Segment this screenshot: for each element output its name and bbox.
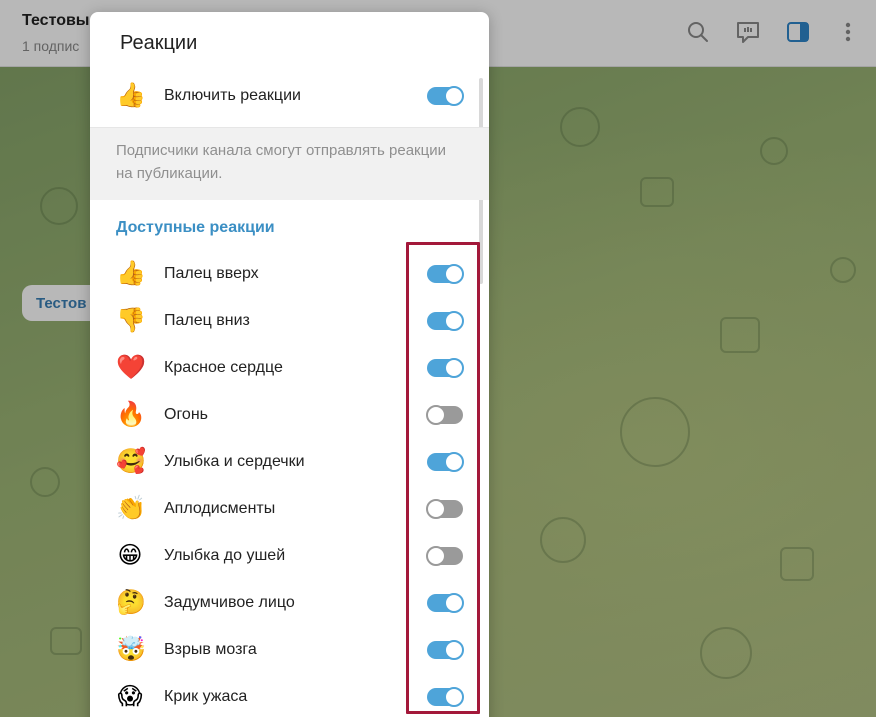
toggles-highlight-frame bbox=[406, 242, 480, 714]
grin-icon: 😁 bbox=[117, 542, 143, 569]
thinking-face-icon: 🤔 bbox=[116, 589, 146, 616]
clapping-icon: 👏 bbox=[116, 495, 146, 522]
reaction-label: Палец вниз bbox=[164, 312, 250, 329]
info-note: Подписчики канала смогут отправлять реак… bbox=[90, 127, 489, 200]
reaction-label: Крик ужаса bbox=[164, 688, 248, 705]
thumbs-down-icon: 👎 bbox=[116, 307, 146, 334]
exploding-head-icon: 🤯 bbox=[116, 636, 146, 663]
smiling-hearts-icon: 🥰 bbox=[116, 448, 146, 475]
reaction-label: Взрыв мозга bbox=[164, 641, 257, 658]
thumbs-up-icon: 👍 bbox=[116, 82, 146, 109]
available-reactions-header: Доступные реакции bbox=[116, 219, 275, 236]
reaction-label: Улыбка до ушей bbox=[164, 547, 286, 564]
reaction-label: Улыбка и сердечки bbox=[164, 453, 305, 470]
scream-icon: 😱 bbox=[117, 683, 143, 710]
reaction-label: Задумчивое лицо bbox=[164, 594, 295, 611]
dialog-title: Реакции bbox=[120, 32, 198, 54]
thumbs-up-icon: 👍 bbox=[116, 260, 146, 287]
reaction-label: Палец вверх bbox=[164, 265, 259, 282]
red-heart-icon: ❤️ bbox=[116, 354, 146, 381]
reaction-label: Огонь bbox=[164, 406, 208, 423]
reaction-label: Аплодисменты bbox=[164, 500, 276, 517]
enable-reactions-label: Включить реакции bbox=[164, 87, 301, 104]
enable-reactions-row[interactable]: 👍 Включить реакции bbox=[90, 72, 489, 119]
toggle-knob bbox=[444, 86, 464, 106]
enable-reactions-toggle[interactable] bbox=[427, 86, 464, 106]
reaction-label: Красное сердце bbox=[164, 359, 283, 376]
fire-icon: 🔥 bbox=[116, 401, 146, 428]
